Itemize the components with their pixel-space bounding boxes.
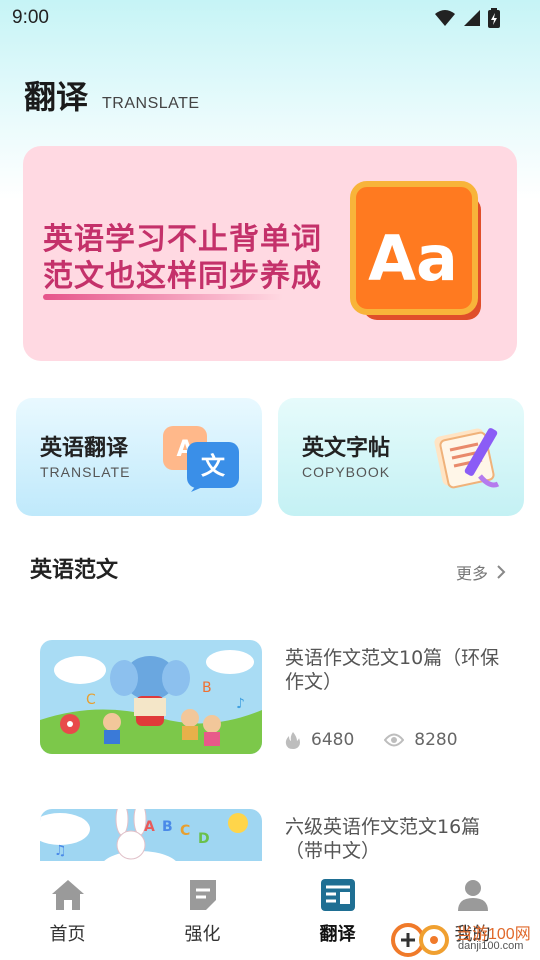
views-stat: 8280 — [384, 730, 458, 750]
home-icon — [51, 880, 84, 910]
article-thumbnail: A B C D ♫ — [40, 809, 262, 861]
views-count: 8280 — [414, 730, 458, 750]
aa-letter-tile-icon: Aa — [350, 181, 481, 320]
status-time: 9:00 — [12, 7, 49, 28]
signal-icon — [464, 10, 480, 26]
article-title: 六级英语作文范文16篇（带中文） — [285, 816, 481, 861]
user-icon — [457, 880, 488, 911]
copybook-card-subtitle: COPYBOOK — [302, 464, 391, 480]
watermark-logo: 当游100网 danji100.com — [390, 916, 540, 960]
svg-text:♫: ♫ — [54, 843, 67, 859]
article-thumbnail: C B ♪ — [40, 640, 262, 754]
flame-icon — [285, 732, 300, 749]
tab-practice[interactable]: 强化 — [135, 862, 270, 960]
copybook-card-title: 英文字帖 — [302, 436, 391, 461]
page-subtitle: TRANSLATE — [102, 95, 200, 112]
document-icon — [189, 880, 216, 910]
banner-underline — [43, 294, 283, 300]
copybook-card[interactable]: 英文字帖 COPYBOOK — [278, 398, 524, 516]
svg-text:D: D — [198, 831, 210, 847]
svg-text:♪: ♪ — [236, 696, 245, 712]
promo-banner[interactable]: 英语学习不止背单词 范文也这样同步养成 Aa — [23, 146, 517, 361]
page-title: 翻译 — [24, 78, 89, 116]
more-link-label: 更多 — [456, 564, 489, 583]
svg-text:Aa: Aa — [368, 222, 458, 295]
section-title: 英语范文 — [30, 558, 119, 583]
battery-icon — [488, 8, 500, 28]
tab-home[interactable]: 首页 — [0, 862, 135, 960]
status-bar: 9:00 — [0, 0, 540, 36]
tab-translate[interactable]: 翻译 — [270, 862, 405, 960]
article-title: 英语作文范文10篇（环保作文） — [285, 647, 500, 693]
tab-translate-label: 翻译 — [319, 924, 356, 945]
article-item[interactable]: A B C D ♫ 六级英语作文范文16篇（带中文） — [40, 809, 500, 861]
chevron-right-icon — [497, 565, 506, 579]
watermark-url: danji100.com — [458, 940, 524, 952]
translate-tab-icon — [320, 879, 355, 911]
tab-home-label: 首页 — [49, 924, 86, 945]
article-stats: 6480 8280 — [285, 730, 458, 750]
article-item[interactable]: C B ♪ 英语作文范文10篇（环保作文） 6480 8280 — [40, 640, 500, 756]
svg-text:B: B — [202, 680, 212, 696]
watermark-emblem-icon — [391, 923, 449, 957]
svg-text:C: C — [180, 823, 190, 839]
translate-bubble-icon: A 文 — [163, 426, 239, 492]
banner-headline-2: 范文也这样同步养成 — [43, 259, 322, 294]
translate-card-title: 英语翻译 — [40, 436, 129, 461]
svg-text:文: 文 — [201, 452, 226, 480]
svg-text:C: C — [86, 692, 96, 708]
more-link[interactable]: 更多 — [456, 560, 506, 584]
likes-stat: 6480 — [285, 730, 354, 750]
wifi-icon — [435, 10, 455, 26]
svg-text:B: B — [162, 819, 173, 835]
svg-text:A: A — [144, 819, 155, 835]
status-icons — [434, 8, 500, 28]
translate-card[interactable]: 英语翻译 TRANSLATE A 文 — [16, 398, 262, 516]
notebook-pencil-icon — [434, 428, 500, 489]
eye-icon — [384, 733, 405, 747]
likes-count: 6480 — [311, 730, 355, 750]
translate-card-subtitle: TRANSLATE — [40, 464, 131, 480]
tab-practice-label: 强化 — [184, 924, 221, 945]
page-header: 翻译 TRANSLATE — [24, 72, 200, 118]
